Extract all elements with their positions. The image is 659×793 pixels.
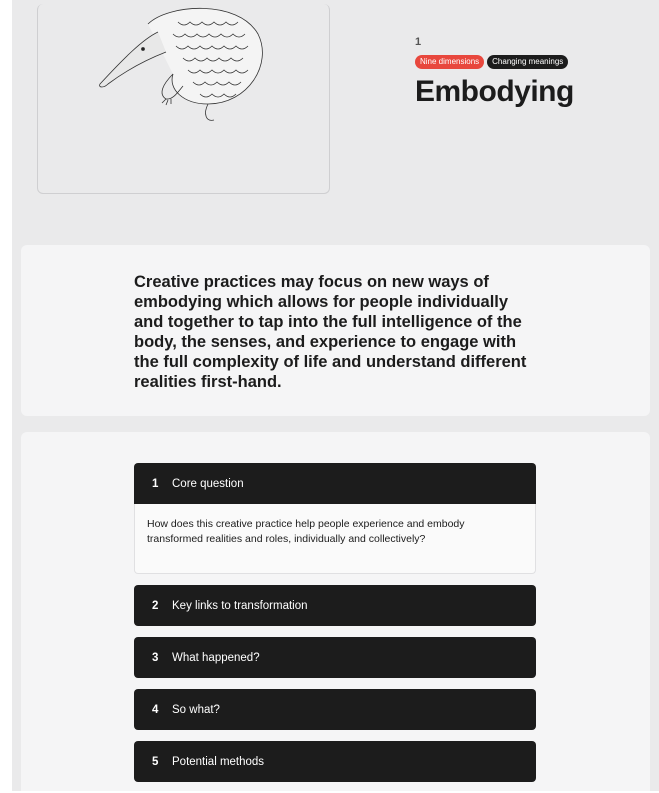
accordion-header-core-question[interactable]: 1 Core question [134,463,536,504]
intro-card: Creative practices may focus on new ways… [21,245,650,416]
hero-meta: 1 Nine dimensions Changing meanings Embo… [415,36,574,109]
accordion-header-potential-methods[interactable]: 5 Potential methods [134,741,536,782]
accordion: 1 Core question How does this creative p… [134,463,536,793]
accordion-header-what-happened[interactable]: 3 What happened? [134,637,536,678]
accordion-number: 5 [152,755,159,768]
accordion-number: 2 [152,599,159,612]
accordion-label: Potential methods [172,755,265,768]
accordion-header-key-links[interactable]: 2 Key links to transformation [134,585,536,626]
accordion-label: What happened? [172,651,260,664]
page: 1 Nine dimensions Changing meanings Embo… [12,0,659,791]
hero-section: 1 Nine dimensions Changing meanings Embo… [12,0,659,228]
accordion-number: 3 [152,651,159,664]
dimension-number: 1 [415,36,422,48]
intro-text: Creative practices may focus on new ways… [134,273,527,391]
accordion-item-potential-methods: 5 Potential methods [134,741,536,782]
illustration-card [37,4,330,194]
accordion-body-core-question: How does this creative practice help peo… [134,504,536,574]
pangolin-illustration-icon [99,7,263,121]
tag-nine-dimensions[interactable]: Nine dimensions [415,55,485,69]
accordion-label: Core question [172,477,244,490]
tag-changing-meanings[interactable]: Changing meanings [487,55,569,69]
accordion-header-so-what[interactable]: 4 So what? [134,689,536,730]
accordion-item-what-happened: 3 What happened? [134,637,536,678]
accordion-item-core-question: 1 Core question How does this creative p… [134,463,536,574]
accordion-item-key-links: 2 Key links to transformation [134,585,536,626]
accordion-label: Key links to transformation [172,599,308,612]
accordion-number: 4 [152,703,159,716]
accordion-item-so-what: 4 So what? [134,689,536,730]
page-title: Embodying [415,75,574,108]
sections-card: 1 Core question How does this creative p… [21,432,650,791]
tag-list: Nine dimensions Changing meanings [415,55,574,69]
accordion-number: 1 [152,477,159,490]
accordion-label: So what? [172,703,220,716]
